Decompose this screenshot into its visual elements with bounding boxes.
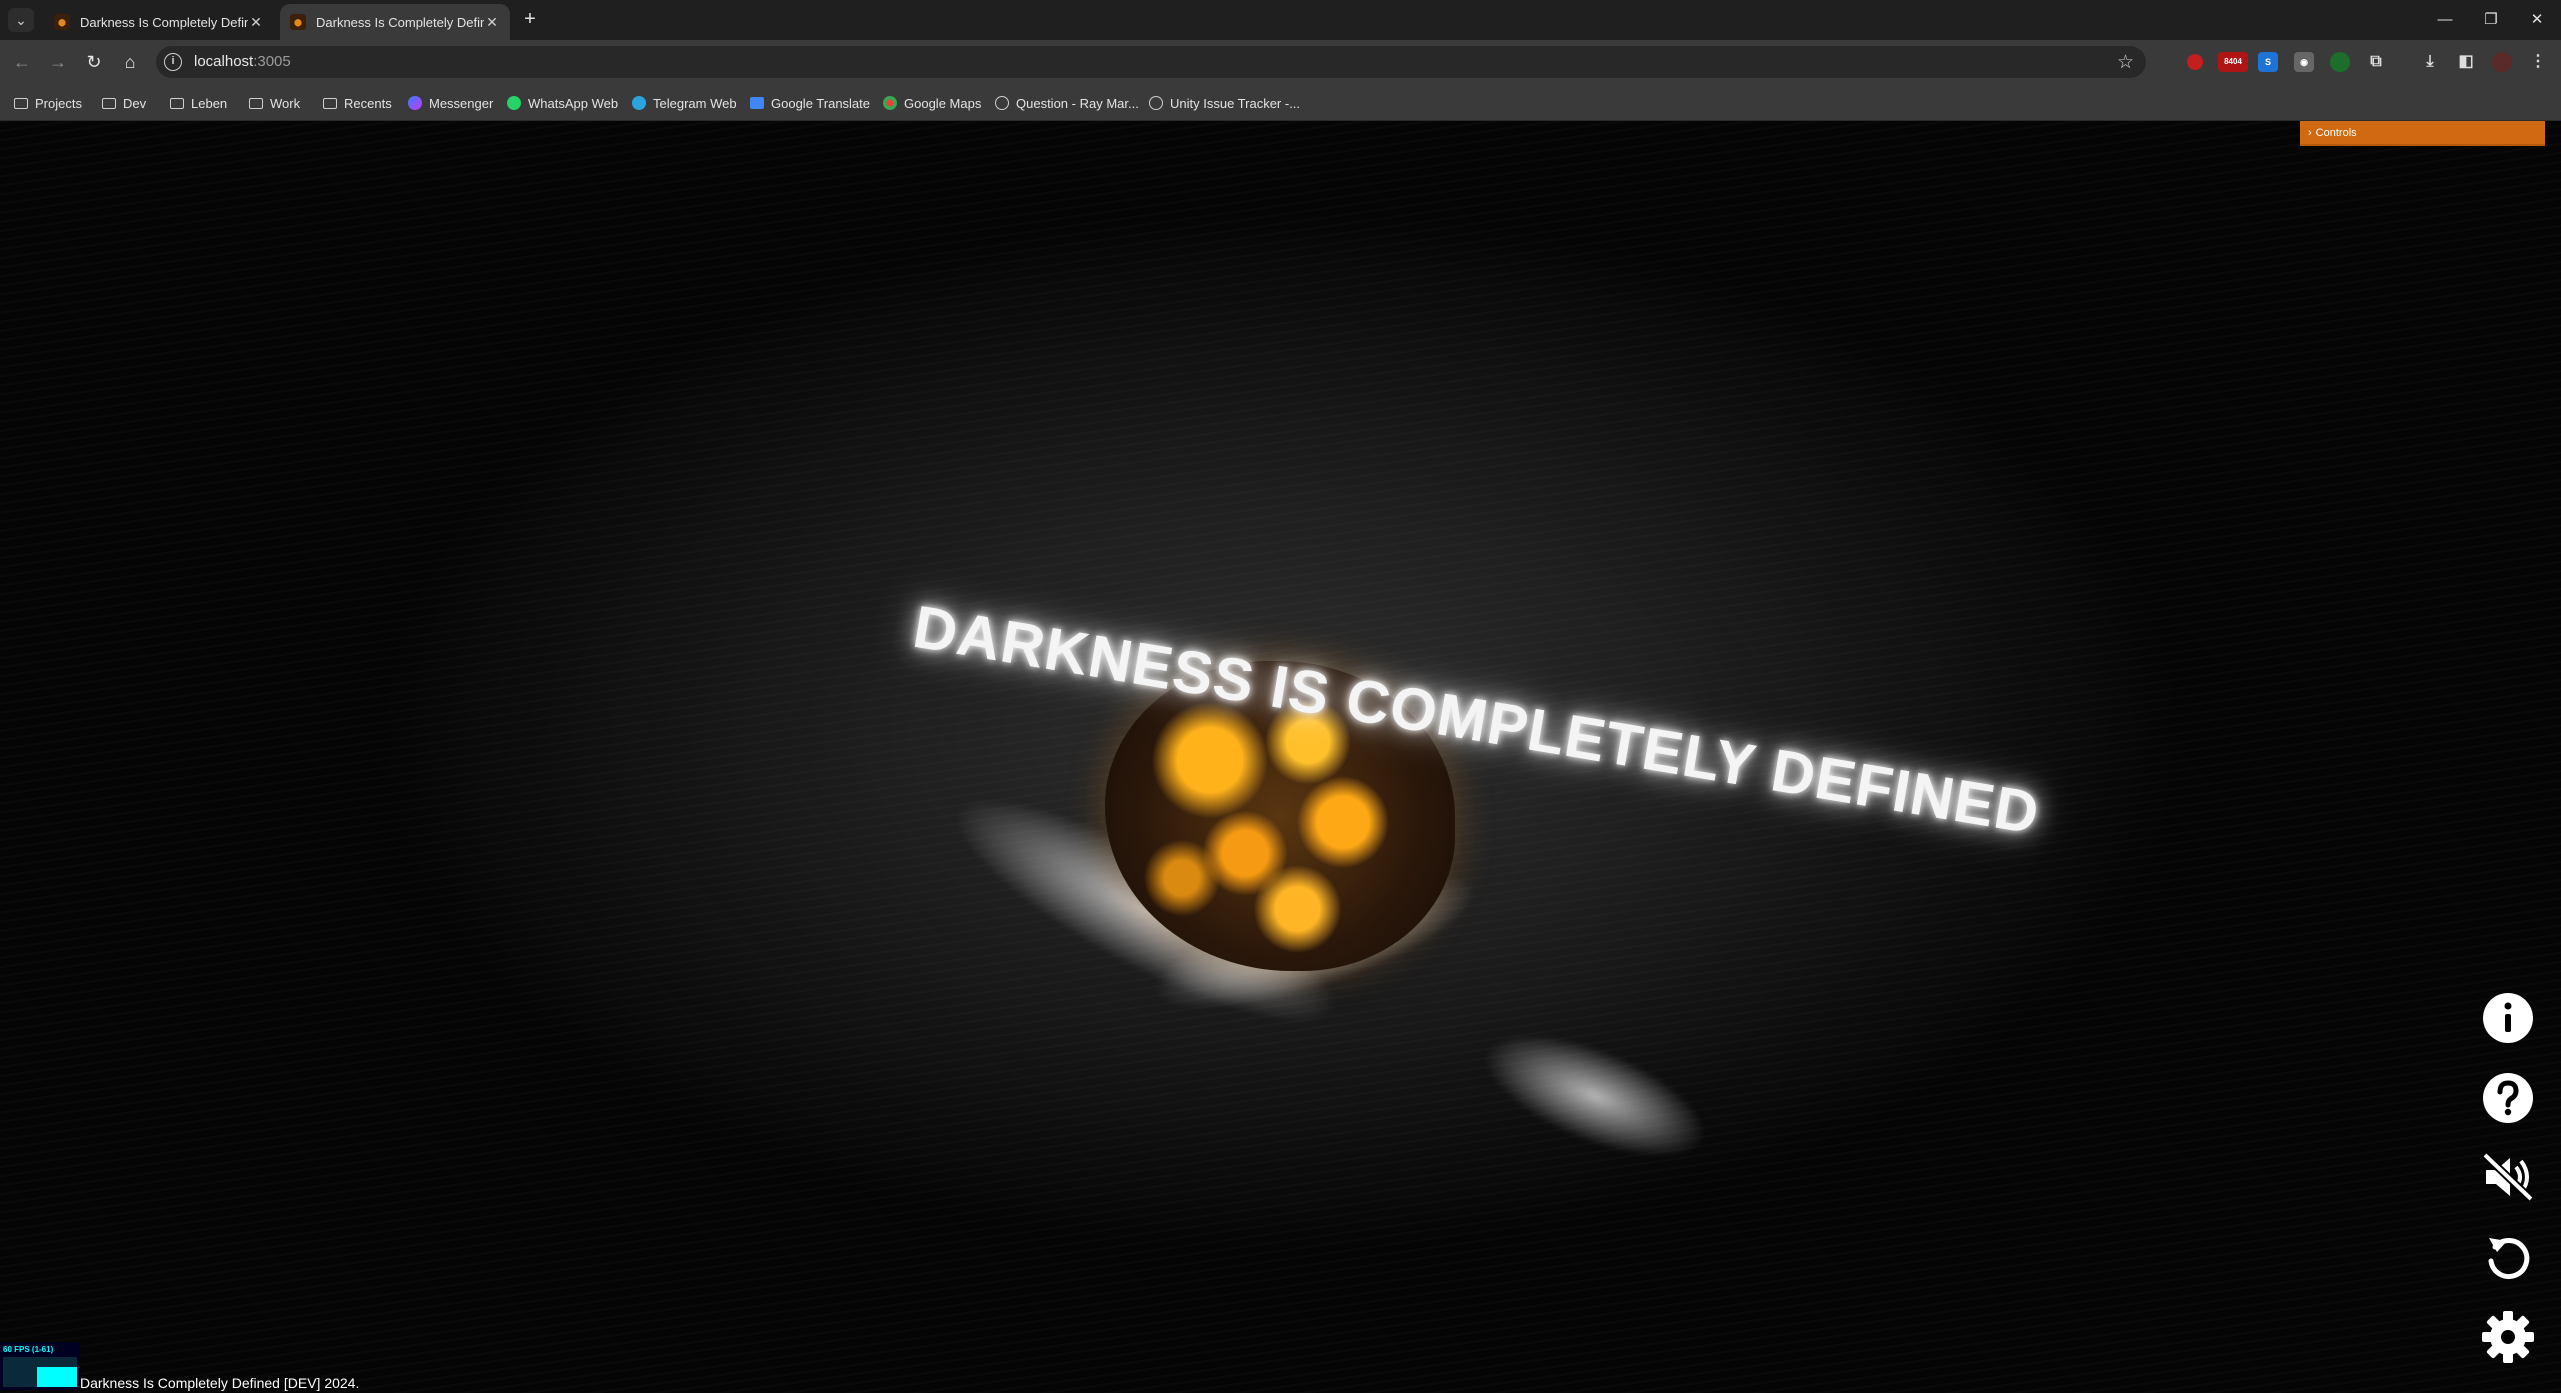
- restore-button[interactable]: ❐: [2476, 6, 2506, 34]
- bookmark-projects[interactable]: Projects: [14, 93, 82, 113]
- bookmark-label: Messenger: [429, 95, 494, 111]
- bookmark-label: WhatsApp Web: [528, 95, 619, 111]
- extension-badge-icon[interactable]: 8404: [2218, 52, 2248, 72]
- mute-icon: [2482, 1152, 2534, 1202]
- messenger-icon: [408, 96, 422, 110]
- info-icon: [2483, 993, 2533, 1043]
- bookmark-label: Work: [270, 95, 301, 111]
- extension-icon[interactable]: S: [2258, 52, 2278, 72]
- back-button[interactable]: ←: [10, 50, 34, 74]
- info-button[interactable]: [2480, 990, 2536, 1046]
- folder-icon: [170, 97, 184, 109]
- bookmarks-bar: Projects Dev Leben Work Recents Messenge…: [0, 84, 2561, 121]
- fps-graph: [3, 1357, 77, 1387]
- tab-close-icon[interactable]: ✕: [248, 14, 264, 31]
- bookmark-unity-issue-tracker[interactable]: Unity Issue Tracker -...: [1149, 93, 1300, 113]
- fps-stats-panel[interactable]: 60 FPS (1-61): [0, 1342, 80, 1390]
- translate-icon: [750, 97, 764, 109]
- help-icon: [2483, 1073, 2533, 1123]
- bookmark-google-translate[interactable]: Google Translate: [750, 93, 870, 113]
- bookmark-messenger[interactable]: Messenger: [408, 93, 493, 113]
- bookmark-label: Telegram Web: [653, 95, 737, 111]
- settings-icon: [2482, 1311, 2534, 1363]
- whatsapp-icon: [507, 96, 521, 110]
- restart-icon: [2488, 1238, 2530, 1279]
- telegram-icon: [632, 96, 646, 110]
- settings-button[interactable]: [2480, 1309, 2536, 1365]
- camera-extension-icon[interactable]: ◉: [2294, 52, 2314, 72]
- bookmark-star-icon[interactable]: ☆: [2117, 51, 2134, 74]
- bookmark-work[interactable]: Work: [249, 93, 300, 113]
- profile-avatar[interactable]: [2492, 52, 2512, 72]
- folder-icon: [14, 97, 28, 109]
- folder-icon: [102, 97, 116, 109]
- forward-button[interactable]: →: [46, 50, 70, 74]
- extension-icon[interactable]: [2187, 54, 2203, 70]
- unity-icon: [1149, 96, 1163, 110]
- reload-button[interactable]: ↻: [82, 50, 106, 74]
- minimize-button[interactable]: —: [2430, 6, 2460, 34]
- controls-label: Controls: [2315, 127, 2357, 139]
- home-button[interactable]: ⌂: [118, 50, 142, 74]
- bookmark-leben[interactable]: Leben: [170, 93, 227, 113]
- site-info-icon[interactable]: i: [164, 53, 182, 71]
- extensions-puzzle-icon[interactable]: ⧉: [2366, 52, 2386, 72]
- site-favicon-icon: [290, 14, 306, 30]
- game-canvas[interactable]: DARKNESS IS COMPLETELY DEFINED › Controls: [0, 121, 2561, 1393]
- url-text[interactable]: localhost:3005: [194, 53, 291, 70]
- bookmark-label: Projects: [35, 95, 82, 111]
- unity-icon: [995, 96, 1009, 110]
- help-button[interactable]: [2480, 1070, 2536, 1126]
- menu-icon[interactable]: ⋮: [2528, 52, 2548, 72]
- bookmark-telegram[interactable]: Telegram Web: [632, 93, 737, 113]
- bookmark-recents[interactable]: Recents: [323, 93, 392, 113]
- bookmark-label: Question - Ray Mar...: [1016, 95, 1139, 111]
- extension-icon[interactable]: [2330, 52, 2350, 72]
- tab-strip: ⌄ Darkness Is Completely Defined ✕ Darkn…: [0, 0, 2561, 40]
- bookmark-label: Google Translate: [771, 95, 871, 111]
- bookmark-label: Dev: [123, 95, 147, 111]
- tab-title: Darkness Is Completely Defined: [80, 14, 248, 30]
- site-favicon-icon: [54, 14, 70, 30]
- bookmark-question-ray[interactable]: Question - Ray Mar...: [995, 93, 1139, 113]
- chevron-right-icon: ›: [2308, 127, 2312, 139]
- downloads-icon[interactable]: ⤓: [2420, 52, 2440, 72]
- maps-icon: [883, 96, 897, 110]
- url-port: :3005: [253, 53, 291, 70]
- bookmark-label: Google Maps: [904, 95, 982, 111]
- tab-1[interactable]: Darkness Is Completely Defined ✕: [44, 4, 274, 40]
- folder-icon: [249, 97, 263, 109]
- bookmark-dev[interactable]: Dev: [102, 93, 146, 113]
- address-bar[interactable]: i localhost:3005 ☆: [156, 46, 2146, 78]
- fps-graph-bar: [37, 1367, 77, 1387]
- footer-credit: Darkness Is Completely Defined [DEV] 202…: [80, 1375, 360, 1391]
- bookmark-google-maps[interactable]: Google Maps: [883, 93, 981, 113]
- bookmark-label: Recents: [344, 95, 392, 111]
- url-host: localhost: [194, 53, 254, 70]
- new-tab-button[interactable]: +: [518, 8, 542, 32]
- restart-button[interactable]: [2480, 1229, 2536, 1285]
- tab-close-icon[interactable]: ✕: [484, 14, 500, 31]
- browser-toolbar: ← → ↻ ⌂ i localhost:3005 ☆ 8404 S ◉ ⧉ ⤓ …: [0, 40, 2561, 84]
- folder-icon: [323, 97, 337, 109]
- side-panel-icon[interactable]: ◧: [2456, 52, 2476, 72]
- controls-panel-toggle[interactable]: › Controls: [2300, 121, 2545, 146]
- bookmark-label: Unity Issue Tracker -...: [1170, 95, 1301, 111]
- tab-title: Darkness Is Completely Defined: [316, 14, 484, 30]
- tab-search-button[interactable]: ⌄: [8, 8, 34, 32]
- bookmark-whatsapp[interactable]: WhatsApp Web: [507, 93, 618, 113]
- fps-label: 60 FPS (1-61): [3, 1345, 54, 1354]
- tab-2-active[interactable]: Darkness Is Completely Defined ✕: [280, 4, 510, 40]
- bookmark-label: Leben: [191, 95, 228, 111]
- window-close-button[interactable]: ✕: [2522, 6, 2552, 34]
- mute-button[interactable]: [2480, 1149, 2536, 1205]
